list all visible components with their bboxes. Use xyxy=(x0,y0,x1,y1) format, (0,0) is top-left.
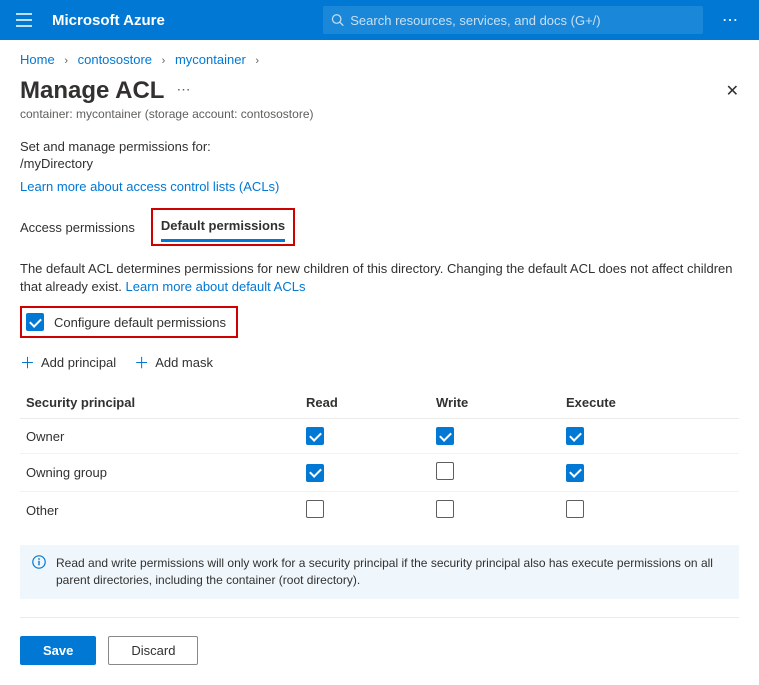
learn-default-acl-link[interactable]: Learn more about default ACLs xyxy=(126,279,306,294)
action-row: ＋ Add principal ＋ Add mask xyxy=(20,352,739,373)
write-checkbox[interactable] xyxy=(436,462,454,480)
add-mask-button[interactable]: ＋ Add mask xyxy=(134,352,213,373)
add-principal-button[interactable]: ＋ Add principal xyxy=(20,352,116,373)
breadcrumb-container[interactable]: mycontainer xyxy=(175,52,246,67)
principal-name: Owner xyxy=(26,429,306,444)
plus-icon: ＋ xyxy=(134,352,149,373)
path-text: /myDirectory xyxy=(20,156,739,171)
col-principal: Security principal xyxy=(26,395,306,410)
button-row: Save Discard xyxy=(20,636,739,665)
read-checkbox[interactable] xyxy=(306,427,324,445)
search-input[interactable] xyxy=(350,13,695,28)
global-search[interactable] xyxy=(323,6,703,34)
permissions-table: Security principal Read Write Execute Ow… xyxy=(20,387,739,529)
title-row: Manage ACL ⋯ ✕ xyxy=(20,77,739,105)
learn-acl-link[interactable]: Learn more about access control lists (A… xyxy=(20,179,279,194)
add-principal-label: Add principal xyxy=(41,355,116,370)
chevron-right-icon: › xyxy=(255,55,259,67)
info-banner: Read and write permissions will only wor… xyxy=(20,545,739,599)
close-icon[interactable]: ✕ xyxy=(726,81,739,101)
chevron-right-icon: › xyxy=(64,55,68,67)
tab-description: The default ACL determines permissions f… xyxy=(20,260,739,296)
principal-name: Owning group xyxy=(26,465,306,480)
breadcrumb-storage[interactable]: contosostore xyxy=(78,52,152,67)
read-checkbox[interactable] xyxy=(306,500,324,518)
execute-checkbox[interactable] xyxy=(566,464,584,482)
hamburger-menu-icon[interactable] xyxy=(8,4,40,36)
info-text: Read and write permissions will only wor… xyxy=(56,555,727,589)
header-more-icon[interactable]: ⋯ xyxy=(711,10,751,30)
page-subtitle: container: mycontainer (storage account:… xyxy=(20,107,739,121)
read-checkbox[interactable] xyxy=(306,464,324,482)
search-icon xyxy=(331,13,344,27)
principal-name: Other xyxy=(26,503,306,518)
table-row: Other xyxy=(20,492,739,529)
intro-text: Set and manage permissions for: xyxy=(20,139,739,154)
execute-checkbox[interactable] xyxy=(566,500,584,518)
write-checkbox[interactable] xyxy=(436,500,454,518)
page-title: Manage ACL xyxy=(20,77,164,105)
configure-label: Configure default permissions xyxy=(54,315,226,330)
plus-icon: ＋ xyxy=(20,352,35,373)
col-write: Write xyxy=(436,395,566,410)
discard-button[interactable]: Discard xyxy=(108,636,198,665)
tab-default-permissions[interactable]: Default permissions xyxy=(161,212,285,242)
col-execute: Execute xyxy=(566,395,696,410)
breadcrumb: Home › contosostore › mycontainer › xyxy=(20,52,739,67)
col-read: Read xyxy=(306,395,436,410)
add-mask-label: Add mask xyxy=(155,355,213,370)
chevron-right-icon: › xyxy=(162,55,166,67)
table-row: Owner xyxy=(20,419,739,454)
info-icon xyxy=(32,555,46,589)
save-button[interactable]: Save xyxy=(20,636,96,665)
tabs: Access permissions Default permissions xyxy=(20,208,739,246)
configure-checkbox[interactable] xyxy=(26,313,44,331)
execute-checkbox[interactable] xyxy=(566,427,584,445)
brand-label: Microsoft Azure xyxy=(52,12,165,29)
table-row: Owning group xyxy=(20,454,739,492)
highlight-configure: Configure default permissions xyxy=(20,306,238,338)
highlight-default-tab: Default permissions xyxy=(151,208,295,246)
write-checkbox[interactable] xyxy=(436,427,454,445)
table-header: Security principal Read Write Execute xyxy=(20,387,739,419)
tab-access-permissions[interactable]: Access permissions xyxy=(20,214,135,241)
breadcrumb-home[interactable]: Home xyxy=(20,52,55,67)
title-more-icon[interactable]: ⋯ xyxy=(176,81,192,102)
top-header: Microsoft Azure ⋯ xyxy=(0,0,759,40)
separator xyxy=(20,617,739,618)
